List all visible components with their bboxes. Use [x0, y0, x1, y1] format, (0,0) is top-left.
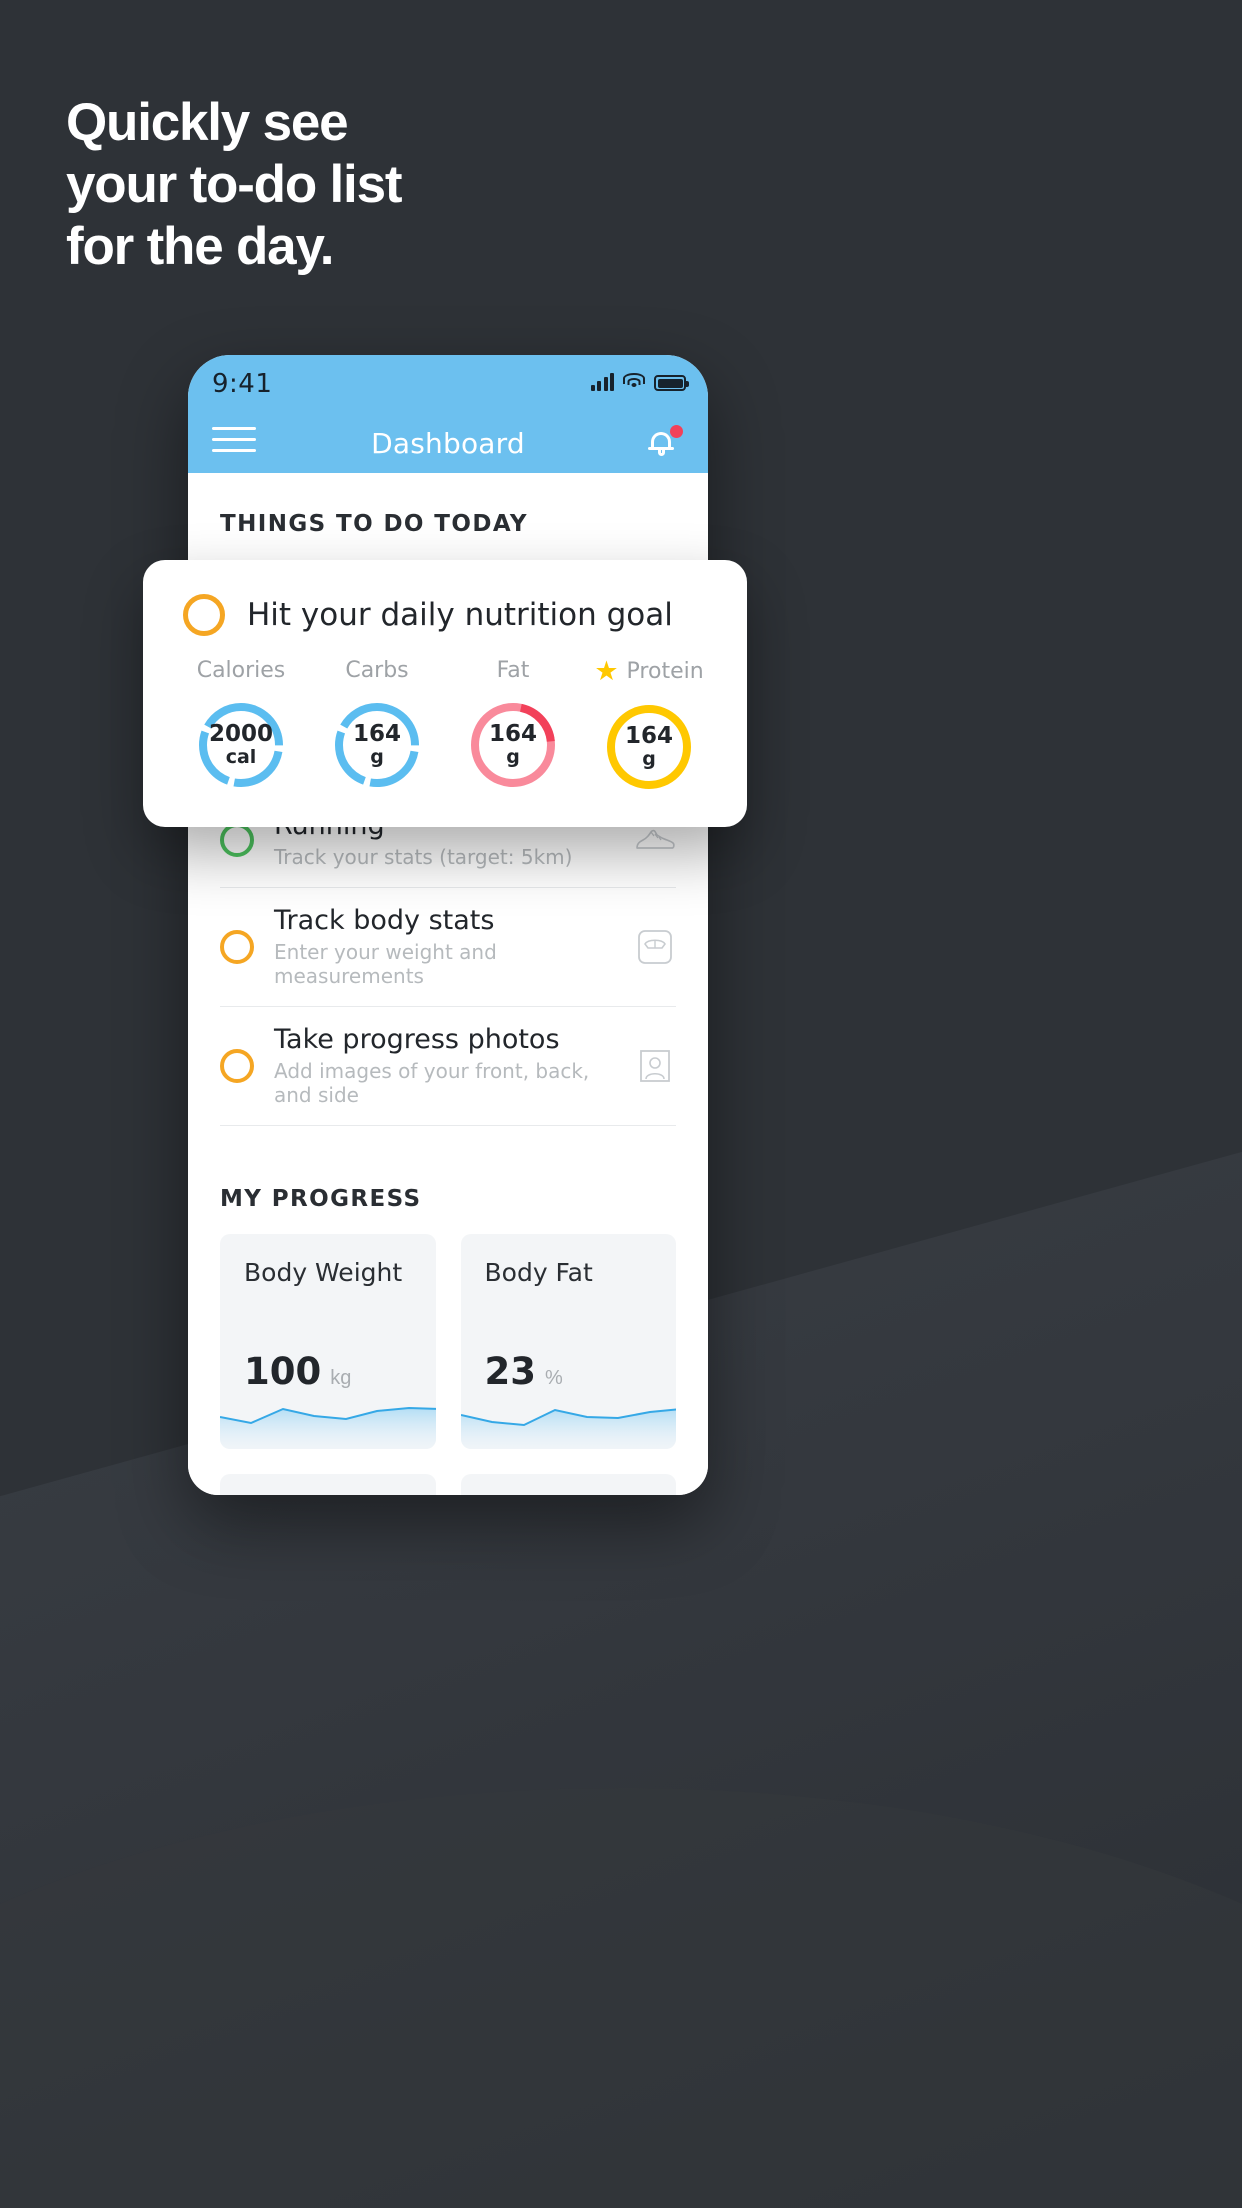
headline-line-2: your to-do list — [66, 155, 403, 214]
circle-checkbox-icon[interactable] — [183, 594, 225, 636]
progress-card-value: 23 — [484, 1350, 537, 1394]
task-subtitle: Track your stats (target: 5km) — [274, 845, 573, 870]
metric-unit: cal — [225, 746, 257, 769]
progress-card-value-group: 23 % — [485, 1350, 563, 1393]
progress-card-value: 100 — [244, 1350, 322, 1394]
cellular-signal-icon — [590, 373, 614, 391]
task-title: Take progress photos — [274, 1024, 560, 1056]
sparkline-chart — [220, 1407, 436, 1450]
metric-label-with-star: ★ Protein — [594, 658, 703, 685]
donut-chart-carbs: 164 g — [331, 699, 423, 791]
nav-title: Dashboard — [371, 427, 525, 460]
circle-checkbox-icon[interactable] — [220, 1048, 254, 1083]
metric-label: Fat — [496, 658, 530, 683]
sparkline-chart — [460, 1408, 676, 1450]
nutrition-card-title: Hit your daily nutrition goal — [247, 597, 673, 633]
progress-section: MY PROGRESS Body Weight 100 kg Body Fat … — [188, 1126, 708, 1495]
wifi-icon — [623, 373, 645, 391]
donut-center-label: 164 g — [331, 699, 423, 791]
app-nav-bar: Dashboard — [188, 413, 708, 473]
status-icons — [590, 373, 689, 391]
progress-card-row: Body Weight 100 kg Body Fat 23 % — [220, 1234, 676, 1450]
metric-label: Protein — [626, 659, 704, 684]
metric-value: 164 — [352, 720, 401, 747]
metric-value: 164 — [624, 722, 673, 749]
nutrition-metric-grid: Calories 2000 cal Carbs 164 g Fat 164 g … — [173, 658, 717, 793]
metric-unit: g — [370, 746, 384, 769]
notification-bell-button[interactable] — [644, 425, 684, 465]
page-title: Quickly see your to-do list for the day. — [66, 93, 403, 282]
progress-card-label: Body Fat — [484, 1258, 593, 1288]
donut-chart-protein: 164 g — [603, 701, 695, 793]
weight-scale-icon — [634, 926, 676, 968]
metric-label: Carbs — [345, 658, 409, 683]
metric-label: Calories — [196, 658, 286, 683]
progress-card-value-group: 100 kg — [244, 1350, 351, 1393]
task-title: Track body stats — [274, 905, 495, 937]
table-row[interactable]: Track body stats Enter your weight and m… — [220, 888, 676, 1008]
circle-checkbox-icon[interactable] — [220, 822, 254, 857]
task-text: Take progress photos Add images of your … — [274, 1024, 614, 1107]
nutrition-metric-protein[interactable]: ★ Protein 164 g — [581, 658, 717, 793]
donut-center-label: 164 g — [603, 701, 695, 793]
progress-card-unit: % — [545, 1367, 563, 1390]
nutrition-metric-calories[interactable]: Calories 2000 cal — [173, 658, 309, 793]
task-subtitle: Add images of your front, back, and side — [274, 1059, 590, 1108]
nutrition-goal-card[interactable]: Hit your daily nutrition goal Calories 2… — [143, 560, 747, 827]
task-subtitle: Enter your weight and measurements — [274, 940, 497, 989]
headline-line-1: Quickly see — [66, 93, 349, 152]
donut-chart-calories: 2000 cal — [195, 699, 287, 791]
battery-icon — [654, 375, 689, 391]
metric-value: 164 — [488, 720, 537, 747]
star-icon: ★ — [594, 656, 619, 687]
progress-section-title: MY PROGRESS — [220, 1186, 422, 1213]
nutrition-metric-fat[interactable]: Fat 164 g — [445, 658, 581, 793]
status-bar: 9:41 — [188, 355, 708, 413]
progress-card-partial-1[interactable] — [220, 1474, 436, 1495]
nutrition-metric-carbs[interactable]: Carbs 164 g — [309, 658, 445, 793]
todo-section-title: THINGS TO DO TODAY — [220, 511, 528, 537]
donut-chart-fat: 164 g — [467, 699, 559, 791]
donut-center-label: 2000 cal — [195, 699, 287, 791]
phone-mockup: 9:41 Dashboard THINGS TO DO TODAY Runnin… — [188, 355, 708, 1495]
progress-card-partial-2[interactable] — [460, 1474, 676, 1495]
donut-center-label: 164 g — [467, 699, 559, 791]
progress-card-label: Body Weight — [244, 1258, 403, 1288]
nutrition-card-header: Hit your daily nutrition goal — [173, 594, 717, 636]
photo-person-icon — [634, 1045, 676, 1087]
circle-checkbox-icon[interactable] — [220, 929, 254, 964]
metric-unit: g — [642, 748, 656, 771]
notification-badge — [670, 425, 683, 438]
task-list: Running Track your stats (target: 5km) T… — [220, 792, 676, 1127]
progress-card-row-2 — [220, 1474, 676, 1495]
progress-card-unit: kg — [330, 1367, 352, 1390]
task-text: Track body stats Enter your weight and m… — [274, 905, 614, 988]
status-time: 9:41 — [212, 369, 273, 399]
headline-line-3: for the day. — [66, 217, 335, 276]
metric-unit: g — [506, 746, 520, 769]
table-row[interactable]: Take progress photos Add images of your … — [220, 1007, 676, 1127]
progress-card-body-weight[interactable]: Body Weight 100 kg — [220, 1234, 436, 1450]
metric-value: 2000 — [208, 720, 273, 747]
progress-card-body-fat[interactable]: Body Fat 23 % — [460, 1234, 676, 1450]
